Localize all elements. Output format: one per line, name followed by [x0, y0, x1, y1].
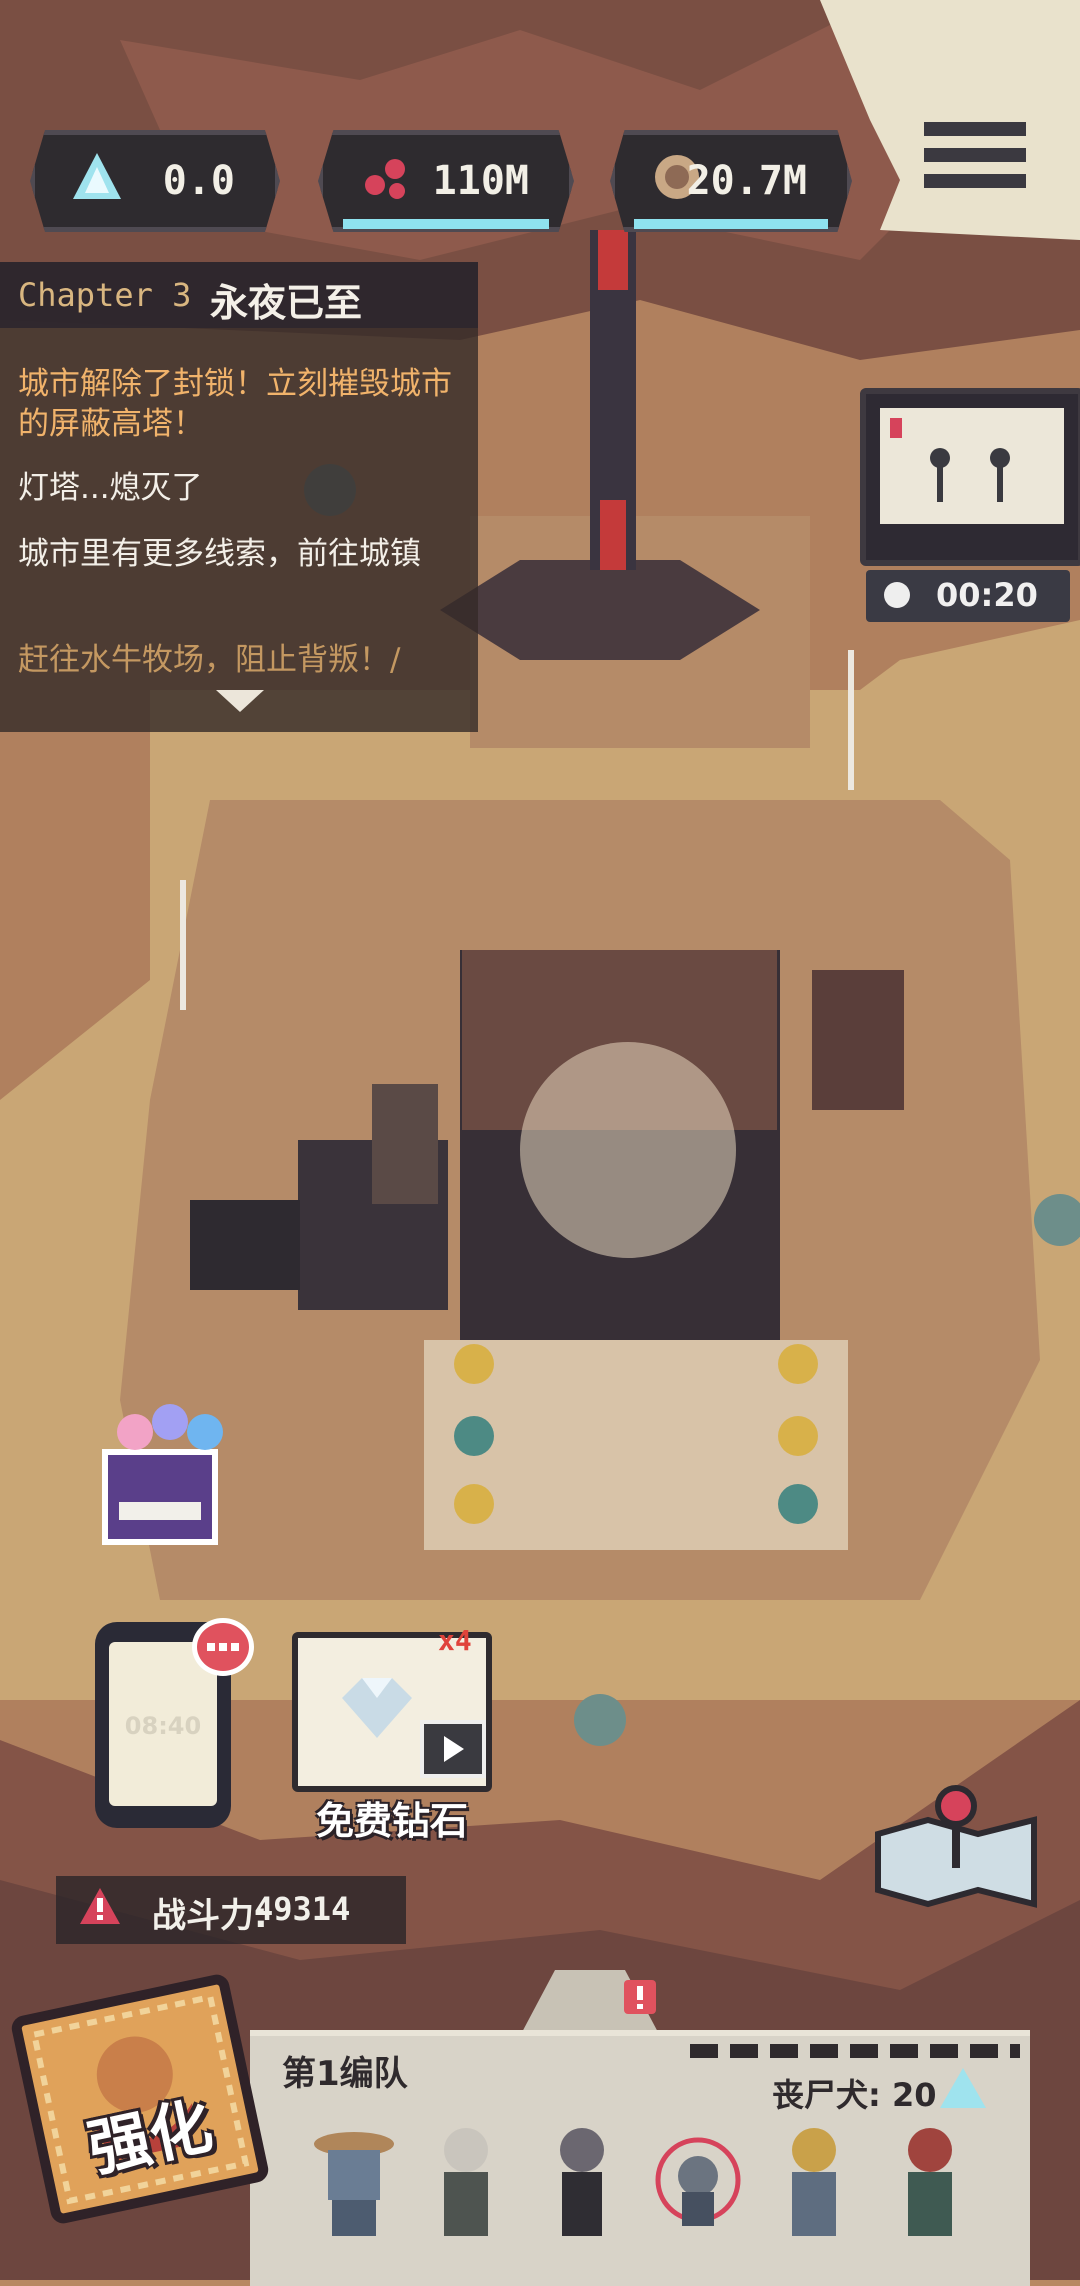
parts-bar-accent	[342, 219, 550, 229]
chapter-label: Chapter 3	[18, 276, 192, 314]
crystal-icon	[73, 153, 121, 199]
combat-power-label: 战斗力:	[152, 1896, 268, 1936]
free-diamond-label: 免费钻石	[315, 1799, 468, 1843]
quest-line[interactable]: 城市解除了封锁！立刻摧毁城市的屏蔽高塔！	[18, 364, 458, 444]
world-map-icon[interactable]	[868, 1784, 1044, 1914]
quest-line[interactable]: 赶往水牛牧场，阻止背叛！/	[18, 640, 458, 680]
play-video-icon	[420, 1720, 486, 1778]
combat-power-bar: 战斗力: 49314	[56, 1876, 406, 1944]
tower-timer: 00:20	[866, 570, 1070, 622]
crystal-icon	[940, 2068, 986, 2108]
alert-icon	[624, 1980, 656, 2014]
chapter-title: 永夜已至	[210, 281, 363, 325]
zombie-dog-count: 丧尸犬: 20	[772, 2076, 937, 2114]
menu-icon[interactable]	[910, 110, 1040, 210]
notification-badge	[192, 1618, 254, 1676]
quest-line[interactable]: 灯塔...熄灭了	[18, 468, 458, 508]
team-hero[interactable]	[420, 2120, 512, 2240]
phone-time: 08:40	[124, 1712, 202, 1740]
team-hero[interactable]	[768, 2120, 860, 2240]
quest-header: Chapter 3 永夜已至	[0, 262, 478, 328]
team-panel-divider	[690, 2044, 1020, 2058]
crystal-value: 0.0	[162, 158, 235, 204]
tower-preview-icon	[890, 418, 1010, 502]
ghost-event-icon[interactable]	[95, 1392, 245, 1562]
coins-resource[interactable]: 20.7M	[610, 130, 852, 232]
coins-value: 20.7M	[686, 158, 807, 204]
coins-bar-accent	[633, 219, 829, 229]
team-hero[interactable]	[884, 2120, 976, 2240]
timer-value: 00:20	[936, 576, 1038, 614]
quest-panel[interactable]: Chapter 3 永夜已至 城市解除了封锁！立刻摧毁城市的屏蔽高塔！ 灯塔..…	[0, 262, 478, 732]
team-hero[interactable]	[536, 2120, 628, 2240]
free-diamond-button[interactable]: x4	[292, 1624, 492, 1792]
warning-icon	[80, 1888, 120, 1924]
team-hero[interactable]	[308, 2120, 400, 2240]
crystal-resource[interactable]: 0.0	[30, 130, 280, 232]
team-name: 第1编队	[282, 2054, 408, 2094]
parts-value: 110M	[432, 158, 529, 204]
clock-icon	[884, 582, 910, 608]
parts-resource[interactable]: 110M	[318, 130, 574, 232]
radio-tower-card[interactable]	[860, 388, 1080, 566]
quest-line[interactable]: 城市里有更多线索，前往城镇	[18, 534, 458, 574]
team-hero-selected[interactable]	[652, 2120, 744, 2240]
tower-preview	[880, 408, 1064, 524]
diamond-icon	[342, 1678, 412, 1738]
diamond-multiplier: x4	[438, 1624, 472, 1657]
parts-icon	[365, 159, 405, 199]
combat-power-value: 49314	[254, 1890, 351, 1928]
expand-chevron-icon[interactable]	[216, 690, 264, 712]
enhance-button[interactable]: 强化	[0, 1962, 281, 2237]
